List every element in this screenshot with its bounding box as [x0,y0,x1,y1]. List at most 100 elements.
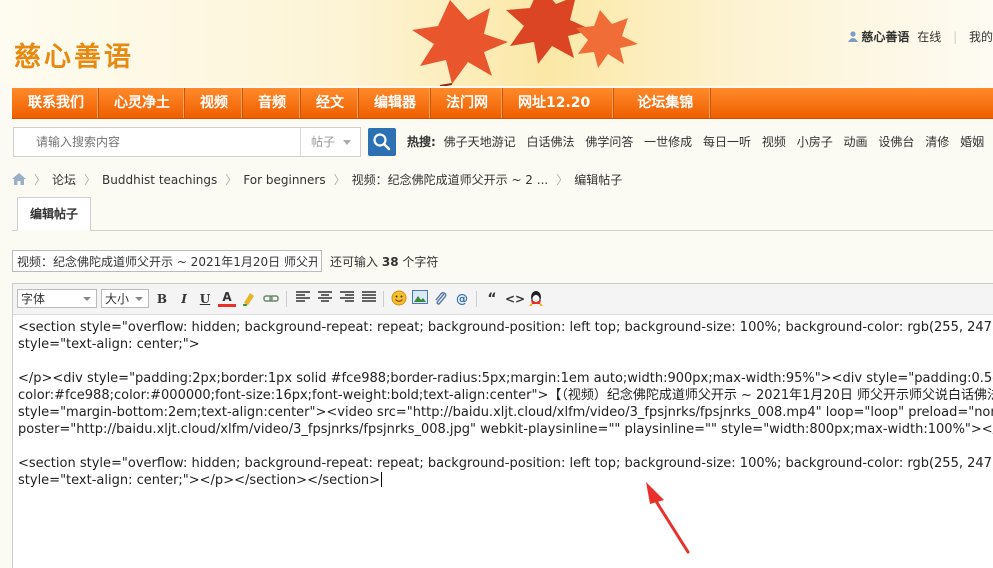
align-left-icon[interactable] [294,290,312,308]
my-menu[interactable]: 我的 [969,30,993,44]
content-line: </p><div style="padding:2px;border:1px s… [18,371,993,386]
chevron-down-icon [343,140,351,145]
hot-searches: 热搜: 佛子天地游记 白话佛法 佛学问答 一世修成 每日一听 视频 小房子 动画… [407,127,993,157]
breadcrumb-beginners[interactable]: For beginners [243,173,325,187]
maple-leaf-decoration [412,0,638,86]
hot-item[interactable]: 动画 [844,135,868,149]
bold-button[interactable]: B [153,290,171,308]
post-editor: 字体 大小 B I U A @ “ <> <section style="ove… [12,283,993,568]
nav-scripture[interactable]: 经文 [300,88,358,118]
breadcrumb-forum[interactable]: 论坛 [52,173,76,187]
char-counter: 还可输入 38 个字符 [330,253,438,270]
toolbar-divider [383,291,384,307]
editor-toolbar: 字体 大小 B I U A @ “ <> [13,284,993,315]
red-arrow-annotation [646,482,690,554]
chevron-down-icon [83,297,91,301]
content-line-with-caret: style="text-align: center;"></p></sectio… [18,472,993,489]
hot-item[interactable]: 小房子 [797,135,833,149]
counter-suffix: 个字符 [402,255,439,269]
home-icon[interactable] [12,173,26,185]
main-nav: 联系我们 心灵净土 视频 音频 经文 编辑器 法门网 网址12.20 论坛集锦 [12,88,993,119]
nav-famen[interactable]: 法门网 [430,88,502,118]
hot-item[interactable]: 婚姻 [960,135,984,149]
align-right-icon[interactable] [338,290,356,308]
content-line: <section style="overflow: hidden; backgr… [18,456,993,471]
tab-bar: 编辑帖子 [12,197,993,231]
chevron-right-icon: 〉 [225,173,238,187]
font-label: 字体 [21,292,46,306]
nav-pure-land[interactable]: 心灵净土 [98,88,184,118]
hot-item[interactable]: 佛学问答 [585,135,633,149]
content-line: style="margin-bottom:2em;text-align:cent… [18,405,993,420]
font-color-button[interactable]: A [218,290,236,307]
hot-item[interactable]: 视频 [762,135,786,149]
nav-forum-collection[interactable]: 论坛集锦 [613,88,711,118]
hot-item[interactable]: 白话佛法 [526,135,574,149]
toolbar-divider [476,291,477,307]
hot-item[interactable]: 一世修成 [644,135,692,149]
user-icon [848,31,859,42]
hot-label: 热搜: [407,135,436,149]
at-mention-icon[interactable]: @ [453,290,471,308]
breadcrumb-thread[interactable]: 视频：纪念佛陀成道师父开示 ~ 2 ... [352,173,549,187]
breadcrumb-teachings[interactable]: Buddhist teachings [102,173,217,187]
content-line: style="text-align: center;"> [18,337,200,352]
hot-item[interactable]: 清修 [925,135,949,149]
hot-item[interactable]: 佛子天地游记 [444,135,516,149]
site-header: 慈心善语 慈心善语 在线 | 我的 [0,0,993,86]
content-line: style="text-align: center;"></p></sectio… [18,473,381,488]
italic-button[interactable]: I [175,290,193,308]
breadcrumb-current: 编辑帖子 [574,173,623,187]
nav-video[interactable]: 视频 [184,88,242,118]
search-input[interactable] [14,128,284,156]
toolbar-divider [286,291,287,307]
font-size-select[interactable]: 大小 [101,289,149,308]
user-bar: 慈心善语 在线 | 我的 [848,28,993,45]
divider: | [953,30,958,44]
justify-icon[interactable] [360,290,378,308]
nav-editor[interactable]: 编辑器 [358,88,430,118]
search-type-label: 帖子 [311,135,336,149]
username-link[interactable]: 慈心善语 [861,30,909,44]
breadcrumb: 〉论坛〉 Buddhist teachings 〉 For beginners 〉视频：… [12,171,622,189]
content-line: poster="http://baidu.xljt.cloud/xlfm/vid… [18,422,993,437]
code-icon[interactable]: <> [505,290,525,308]
editor-content[interactable]: <section style="overflow: hidden; backgr… [18,319,993,489]
hot-item[interactable]: 每日一听 [703,135,751,149]
search-icon [373,133,391,151]
quote-icon[interactable]: “ [483,290,501,308]
size-label: 大小 [105,292,130,306]
search-type-select[interactable]: 帖子 [300,128,360,156]
nav-contact[interactable]: 联系我们 [12,88,98,118]
font-family-select[interactable]: 字体 [17,289,97,308]
image-icon[interactable] [411,290,429,308]
online-status: 在线 [917,30,942,44]
search-button[interactable] [368,128,396,156]
qq-icon[interactable] [527,290,545,308]
site-logo[interactable]: 慈心善语 [14,35,134,74]
counter-value: 38 [381,255,399,269]
chevron-right-icon: 〉 [84,173,97,187]
search-bar: 帖子 热搜: 佛子天地游记 白话佛法 佛学问答 一世修成 每日一听 视频 小房子… [13,127,993,157]
chevron-right-icon: 〉 [333,173,346,187]
nav-links[interactable]: 网址12.20 [502,88,614,118]
smiley-icon[interactable] [390,290,408,308]
post-title-input[interactable] [12,250,322,272]
counter-prefix: 还可输入 [330,255,379,269]
align-center-icon[interactable] [316,290,334,308]
content-line: <section style="overflow: hidden; backgr… [18,320,993,335]
nav-audio[interactable]: 音频 [242,88,300,118]
hot-item[interactable]: 设佛台 [878,135,914,149]
highlight-icon[interactable] [240,290,258,308]
unlink-icon[interactable] [262,290,280,308]
search-box: 帖子 [13,127,361,157]
tab-edit-post[interactable]: 编辑帖子 [17,197,91,231]
underline-button[interactable]: U [196,290,214,308]
chevron-right-icon: 〉 [34,173,47,187]
attachment-icon[interactable] [432,290,450,308]
chevron-down-icon [135,297,143,301]
text-caret [381,472,383,487]
content-line: color:#fce988;color:#000000;font-size:16… [18,388,993,403]
